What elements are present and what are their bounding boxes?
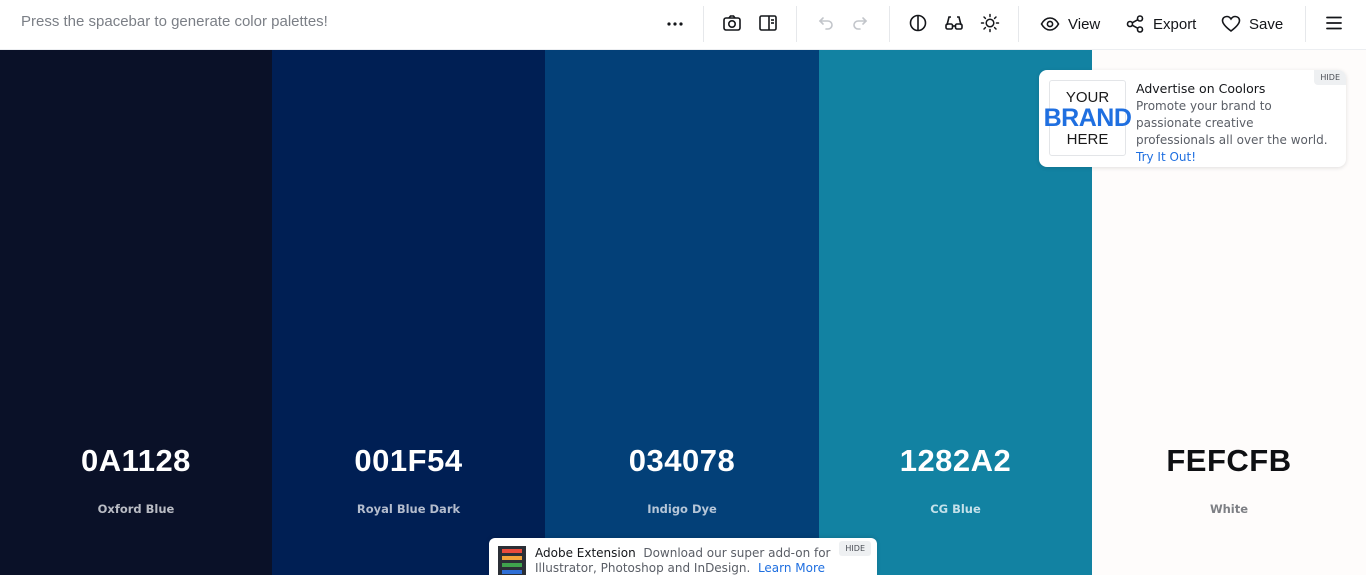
save-label: Save bbox=[1249, 15, 1284, 33]
divider bbox=[703, 6, 704, 42]
spacebar-hint: Press the spacebar to generate color pal… bbox=[21, 13, 328, 30]
glasses-icon[interactable] bbox=[942, 11, 966, 35]
ad-link[interactable]: Try It Out! bbox=[1136, 150, 1196, 164]
brand-logo[interactable]: YOUR BRAND HERE bbox=[1044, 80, 1132, 156]
learn-more-link[interactable]: Learn More bbox=[758, 561, 825, 575]
hex-code[interactable]: 034078 bbox=[545, 443, 819, 479]
export-label: Export bbox=[1153, 15, 1197, 33]
advertise-card: YOUR BRAND HERE Advertise on Coolors Pro… bbox=[1039, 70, 1346, 167]
hide-banner-button[interactable]: HIDE bbox=[839, 541, 871, 556]
color-name: Royal Blue Dark bbox=[356, 502, 461, 516]
swatch-indigo-dye[interactable]: 034078 Indigo Dye bbox=[545, 50, 819, 575]
sidebar-icon[interactable] bbox=[756, 11, 780, 35]
ad-body: Promote your brand to passionate creativ… bbox=[1136, 98, 1336, 166]
divider bbox=[1305, 6, 1306, 42]
color-name: CG Blue bbox=[930, 502, 981, 516]
logo-line-here: HERE bbox=[1066, 130, 1109, 148]
color-name: Oxford Blue bbox=[97, 502, 175, 516]
redo-icon[interactable] bbox=[849, 11, 873, 35]
logo-line-brand: BRAND bbox=[1043, 103, 1132, 132]
more-icon[interactable] bbox=[663, 12, 687, 36]
hex-code[interactable]: 0A1128 bbox=[0, 443, 272, 479]
camera-icon[interactable] bbox=[720, 11, 744, 35]
adobe-extension-banner: Adobe Extension Download our super add-o… bbox=[489, 538, 877, 575]
menu-icon[interactable] bbox=[1322, 11, 1346, 35]
hex-code[interactable]: 1282A2 bbox=[819, 443, 1092, 479]
hide-ad-button[interactable]: HIDE bbox=[1314, 70, 1346, 85]
swatch-oxford-blue[interactable]: 0A1128 Oxford Blue bbox=[0, 50, 272, 575]
heart-icon bbox=[1221, 15, 1241, 33]
share-icon bbox=[1126, 15, 1144, 33]
undo-icon[interactable] bbox=[813, 11, 837, 35]
banner-title: Adobe Extension bbox=[535, 546, 636, 560]
logo-line-your: YOUR bbox=[1065, 88, 1110, 106]
extension-thumbnail bbox=[498, 546, 526, 575]
divider bbox=[889, 6, 890, 42]
hex-code[interactable]: FEFCFB bbox=[1092, 443, 1366, 479]
contrast-icon[interactable] bbox=[906, 11, 930, 35]
banner-text: Adobe Extension Download our super add-o… bbox=[535, 546, 835, 575]
view-label: View bbox=[1068, 15, 1101, 33]
ad-title: Advertise on Coolors bbox=[1136, 81, 1266, 96]
eye-icon bbox=[1040, 17, 1060, 31]
color-name: White bbox=[1209, 502, 1249, 516]
swatch-royal-blue-dark[interactable]: 001F54 Royal Blue Dark bbox=[272, 50, 545, 575]
top-toolbar: Press the spacebar to generate color pal… bbox=[0, 0, 1366, 50]
hex-code[interactable]: 001F54 bbox=[272, 443, 545, 479]
color-name: Indigo Dye bbox=[647, 502, 717, 516]
divider bbox=[796, 6, 797, 42]
export-button[interactable]: Export bbox=[1125, 12, 1196, 36]
save-button[interactable]: Save bbox=[1221, 12, 1283, 36]
divider bbox=[1018, 6, 1019, 42]
view-button[interactable]: View bbox=[1040, 12, 1100, 36]
brightness-icon[interactable] bbox=[978, 11, 1002, 35]
ad-body-text: Promote your brand to passionate creativ… bbox=[1136, 99, 1328, 147]
